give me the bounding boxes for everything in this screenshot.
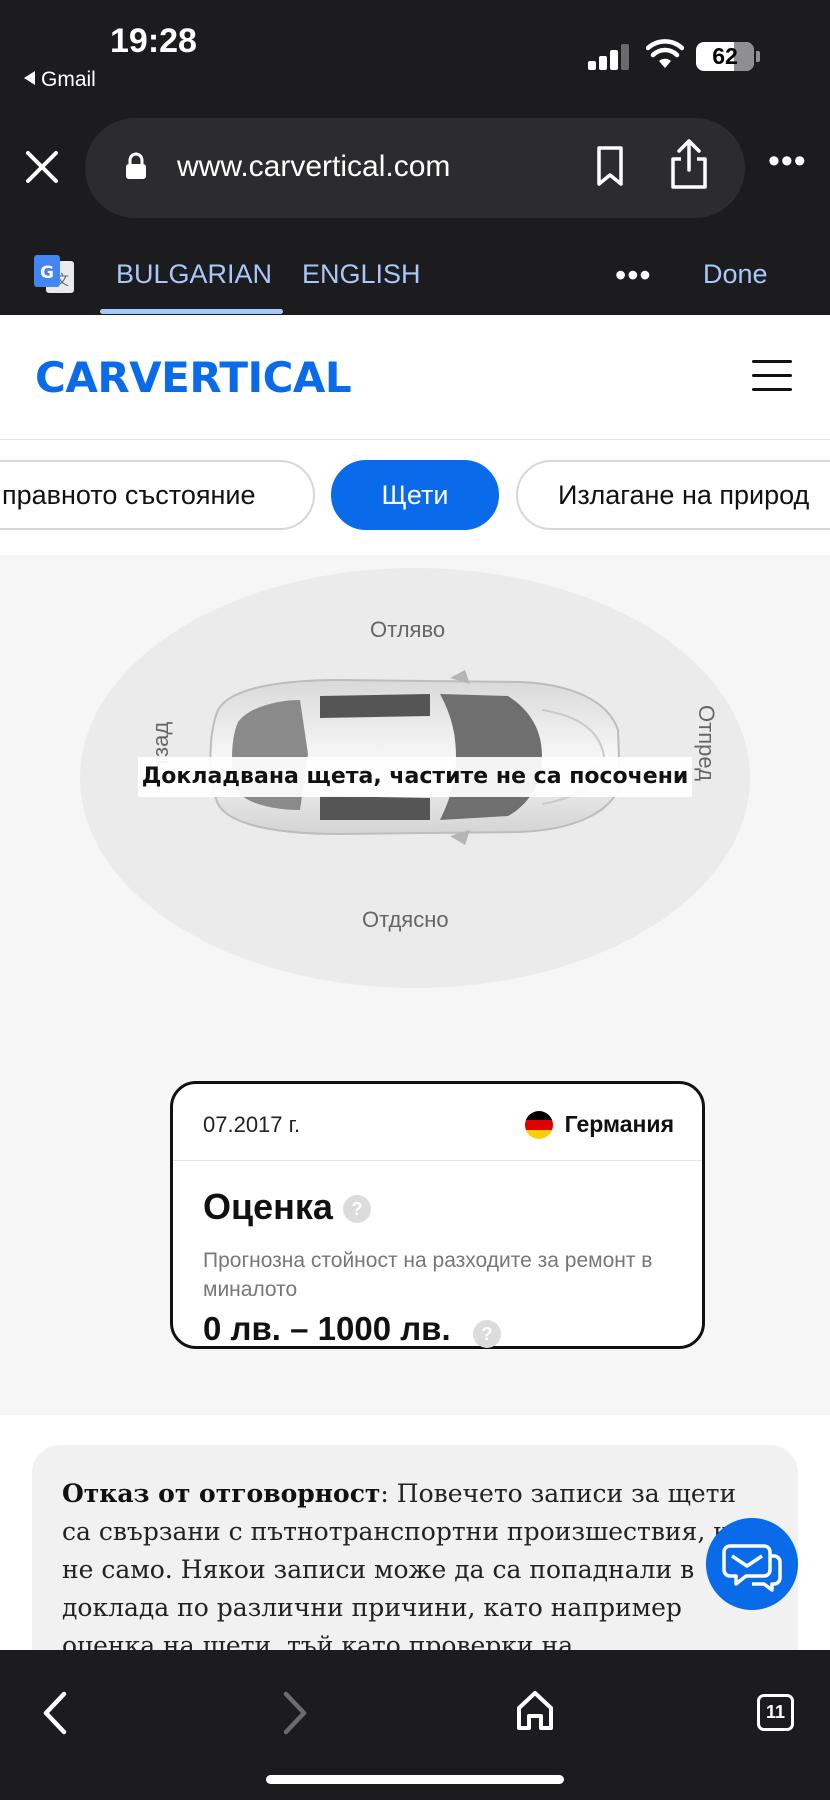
help-icon[interactable]: ? — [343, 1195, 371, 1223]
section-tabs: правното състояние Щети Излагане на прир… — [0, 440, 830, 680]
record-country: Германия — [524, 1111, 674, 1139]
cellular-signal-icon — [588, 44, 630, 70]
record-date: 07.2017 г. — [203, 1112, 301, 1137]
record-title: Оценка — [203, 1186, 333, 1227]
active-tab-indicator — [100, 309, 283, 314]
tab-natural-exposure[interactable]: Излагане на природ — [516, 460, 830, 530]
tab-damages[interactable]: Щети — [331, 460, 499, 530]
disclaimer-title: Отказ от отговорност — [62, 1479, 381, 1508]
bookmark-icon[interactable] — [590, 144, 630, 188]
tab-english[interactable]: ENGLISH — [302, 259, 421, 290]
battery-tip — [756, 51, 760, 62]
label-left-side: Отляво — [370, 617, 446, 642]
lock-icon — [126, 152, 146, 179]
card-divider — [173, 1160, 702, 1161]
forward-arrow-icon[interactable] — [280, 1690, 310, 1736]
web-page: CARVERTICAL правното състояние Щети Изла… — [0, 315, 830, 1650]
record-description: Прогнозна стойност на разходите за ремон… — [203, 1249, 653, 1301]
back-app-label: Gmail — [41, 68, 96, 91]
back-arrow-icon[interactable] — [40, 1690, 70, 1736]
site-header: CARVERTICAL — [0, 315, 830, 440]
home-icon[interactable] — [515, 1688, 555, 1732]
germany-flag-icon — [524, 1111, 553, 1139]
menu-icon[interactable] — [752, 360, 792, 392]
label-right-side: Отдясно — [362, 907, 449, 932]
wifi-icon — [646, 39, 684, 68]
country-name: Германия — [564, 1111, 674, 1137]
chat-icon[interactable] — [706, 1518, 798, 1610]
address-bar[interactable]: www.carvertical.com — [85, 118, 745, 218]
google-translate-icon: 文 G — [34, 255, 74, 293]
damage-message: Докладвана щета, частите не са посочени — [138, 757, 692, 797]
more-options-icon[interactable]: ••• — [768, 144, 808, 181]
damage-record-card: 07.2017 г. Германия Оценка ? Прогнозна с… — [170, 1081, 705, 1349]
clock: 19:28 — [110, 22, 197, 60]
disclaimer-box: Отказ от отговорност: Повечето записи за… — [32, 1445, 798, 1650]
battery-level: 62 — [712, 43, 738, 69]
tab-legal-status[interactable]: правното състояние — [0, 460, 315, 530]
done-button[interactable]: Done — [703, 259, 768, 290]
status-bar: 19:28 Gmail 62 — [0, 0, 830, 105]
translate-bar: 文 G BULGARIAN ENGLISH ••• Done — [0, 235, 830, 315]
browser-bottom-bar: 11 — [0, 1650, 830, 1800]
tabs-count-button[interactable]: 11 — [757, 1694, 794, 1731]
home-indicator — [266, 1775, 564, 1784]
svg-text:G: G — [40, 263, 54, 283]
carvertical-logo[interactable]: CARVERTICAL — [35, 353, 352, 402]
browser-toolbar: www.carvertical.com ••• — [0, 105, 830, 235]
amount-help-icon[interactable]: ? — [473, 1320, 501, 1348]
record-amount: 0 лв. – 1000 лв. — [203, 1310, 451, 1347]
share-icon[interactable] — [667, 138, 711, 190]
battery-indicator: 62 — [696, 42, 754, 71]
tab-bulgarian[interactable]: BULGARIAN — [116, 259, 272, 290]
close-icon[interactable] — [20, 145, 64, 189]
translate-more-icon[interactable]: ••• — [615, 257, 652, 294]
back-to-app[interactable]: Gmail — [24, 68, 96, 92]
url-text: www.carvertical.com — [177, 150, 451, 183]
back-triangle-icon — [24, 71, 35, 85]
label-front: Отпред — [693, 705, 719, 781]
